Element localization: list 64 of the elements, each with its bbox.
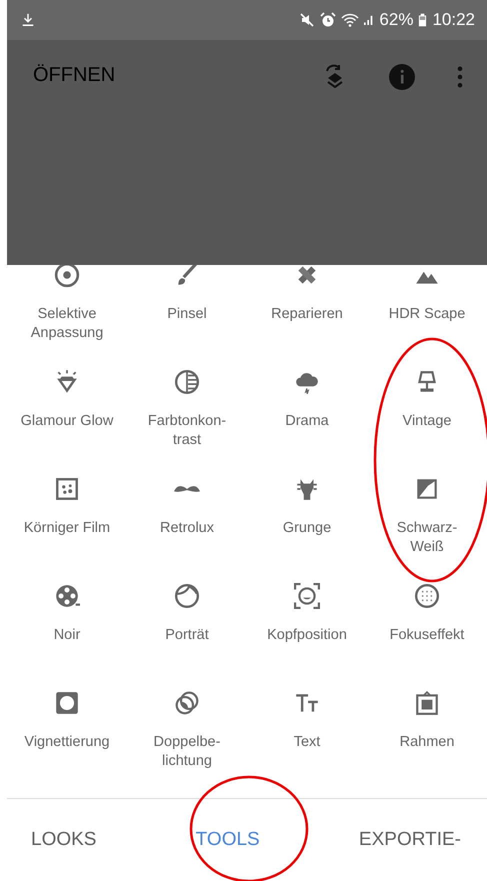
tool-label: Doppelbe- lichtung: [154, 733, 220, 771]
tool-label: Grunge: [282, 519, 332, 538]
tool-item[interactable]: Farbtonkon- trast: [127, 358, 247, 465]
open-button[interactable]: ÖFFNEN: [33, 64, 116, 87]
tool-label: Farbtonkon- trast: [148, 412, 226, 450]
info-icon[interactable]: [389, 64, 415, 90]
battery-icon: [418, 12, 428, 28]
tool-item[interactable]: Fokuseffekt: [367, 572, 487, 679]
tool-item[interactable]: Glamour Glow: [7, 358, 127, 465]
clock-time: 10:22: [432, 10, 475, 30]
frame-icon: [414, 690, 440, 716]
nav-tab[interactable]: EXPORTIE-: [346, 823, 473, 857]
mustache-icon: [174, 484, 200, 494]
target-icon: [54, 265, 80, 288]
tool-item[interactable]: Rahmen: [367, 679, 487, 786]
tool-item[interactable]: Reparieren: [247, 265, 367, 358]
mute-icon: [299, 12, 316, 28]
tool-label: Retrolux: [160, 519, 214, 538]
overlapping-circles-icon: [174, 690, 200, 716]
film-reel-icon: [54, 583, 80, 609]
tool-label: Schwarz- Weiß: [396, 519, 458, 557]
diamond-icon: [54, 369, 80, 395]
dotted-circle-icon: [414, 583, 440, 609]
tool-item[interactable]: Doppelbe- lichtung: [127, 679, 247, 786]
tool-label: Kopfposition: [267, 626, 347, 645]
vignette-icon: [54, 690, 80, 716]
face-frame-icon: [294, 583, 320, 609]
battery-percent: 62%: [379, 10, 414, 30]
contrast-circle-icon: [174, 369, 200, 395]
tool-item[interactable]: Selektive Anpassung: [7, 265, 127, 358]
tool-item[interactable]: HDR Scape: [367, 265, 487, 358]
nav-tab[interactable]: TOOLS: [184, 823, 272, 857]
tool-label: Porträt: [165, 626, 209, 645]
tool-label: Glamour Glow: [20, 412, 114, 431]
tool-label: Reparieren: [271, 305, 343, 324]
tool-label: Körniger Film: [24, 519, 110, 538]
tool-label: HDR Scape: [388, 305, 466, 324]
tool-item[interactable]: Pinsel: [127, 265, 247, 358]
dotted-square-icon: [54, 476, 80, 502]
tool-label: Vintage: [402, 412, 452, 431]
tool-label: Selektive Anpassung: [30, 305, 104, 343]
tool-label: Noir: [54, 626, 80, 645]
tool-item[interactable]: Drama: [247, 358, 367, 465]
tool-item[interactable]: Noir: [7, 572, 127, 679]
tool-item[interactable]: Kopfposition: [247, 572, 367, 679]
tool-label: Vignettierung: [24, 733, 110, 752]
tool-item[interactable]: Retrolux: [127, 465, 247, 572]
tool-item[interactable]: Porträt: [127, 572, 247, 679]
nav-tab[interactable]: LOOKS: [19, 823, 108, 857]
tool-label: Drama: [285, 412, 329, 431]
tool-item[interactable]: Vintage: [367, 358, 487, 465]
tool-item[interactable]: Körniger Film: [7, 465, 127, 572]
wifi-icon: [341, 12, 360, 28]
more-icon[interactable]: [457, 66, 463, 88]
tool-label: Rahmen: [400, 733, 454, 752]
tool-item[interactable]: Schwarz- Weiß: [367, 465, 487, 572]
tool-item[interactable]: Text: [247, 679, 367, 786]
tool-item[interactable]: Grunge: [247, 465, 367, 572]
tool-label: Pinsel: [167, 305, 207, 324]
download-icon: [21, 13, 35, 27]
tool-label: Fokuseffekt: [390, 626, 464, 645]
alarm-icon: [320, 12, 336, 28]
tool-label: Text: [294, 733, 320, 752]
tool-item[interactable]: Vignettierung: [7, 679, 127, 786]
